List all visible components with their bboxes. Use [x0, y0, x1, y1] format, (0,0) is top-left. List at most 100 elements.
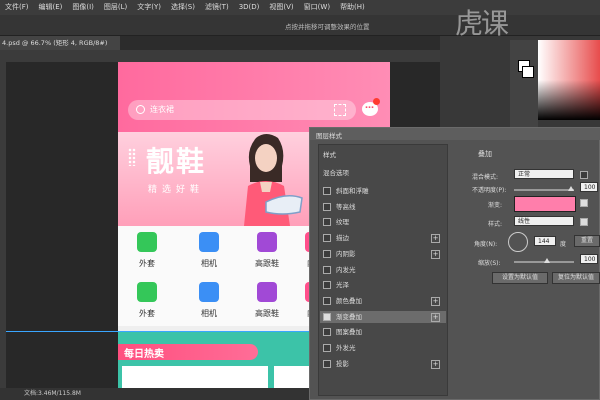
style-checkbox[interactable]: [323, 234, 331, 243]
search-placeholder: 连衣裙: [150, 105, 174, 114]
make-default-button[interactable]: 设置为默认值: [492, 272, 548, 284]
style-checkbox[interactable]: [323, 202, 331, 211]
style-checkbox[interactable]: [323, 265, 331, 274]
reset-default-button[interactable]: 复位为默认值: [552, 272, 600, 284]
style-checkbox[interactable]: [323, 249, 331, 258]
dialog-title: 图层样式: [316, 132, 342, 140]
scan-icon[interactable]: [334, 104, 346, 116]
menu-file[interactable]: 文件(F): [0, 0, 34, 15]
menu-image[interactable]: 图像(I): [67, 0, 99, 15]
style-item-label: 等高线: [336, 202, 356, 211]
menu-help[interactable]: 帮助(H): [335, 0, 370, 15]
search-icon: [136, 105, 145, 114]
category-label: 高跟鞋: [255, 259, 279, 268]
category-item[interactable]: 外套: [122, 232, 172, 272]
add-style-icon[interactable]: +: [431, 312, 440, 322]
category-item[interactable]: 高跟鞋: [242, 232, 292, 272]
category-label: 外套: [139, 259, 155, 268]
opacity-input[interactable]: 100: [580, 182, 598, 192]
category-item[interactable]: 相机: [184, 282, 234, 322]
app-header: [118, 62, 390, 132]
style-checkbox[interactable]: [323, 328, 331, 337]
menu-window[interactable]: 窗口(W): [299, 0, 335, 15]
layer-style-dialog: 图层样式 样式 混合选项 斜面和浮雕 等高线 纹理 描边 + 内阴影 + 内发光 光泽 颜色叠加 +…: [309, 127, 600, 400]
style-checkbox[interactable]: [323, 359, 331, 368]
styles-header-label: 样式: [323, 151, 336, 159]
product-card[interactable]: [122, 366, 268, 388]
document-size: 文档:3.46M/115.8M: [24, 390, 81, 397]
style-item[interactable]: 斜面和浮雕: [323, 185, 443, 197]
style-select[interactable]: 线性: [514, 216, 574, 226]
style-item[interactable]: 描边 +: [323, 232, 443, 244]
style-item[interactable]: 投影 +: [323, 358, 443, 370]
menu-filter[interactable]: 滤镜(T): [200, 0, 234, 15]
category-label: 相机: [201, 259, 217, 268]
style-checkbox[interactable]: [323, 312, 331, 321]
background-color-swatch[interactable]: [522, 66, 534, 78]
add-style-icon[interactable]: +: [431, 234, 440, 244]
style-item-label: 渐变叠加: [336, 312, 362, 321]
angle-input[interactable]: 144: [534, 236, 556, 246]
angle-dial[interactable]: [508, 232, 528, 252]
section-title: 叠加: [478, 150, 492, 158]
scale-input[interactable]: 100: [580, 254, 598, 264]
reverse-checkbox[interactable]: [580, 199, 588, 207]
menu-view[interactable]: 视图(V): [264, 0, 298, 15]
add-style-icon[interactable]: +: [431, 296, 440, 306]
style-checkbox[interactable]: [323, 344, 331, 352]
jacket-icon: [137, 232, 157, 252]
high-heel-icon: [257, 282, 277, 302]
styles-header[interactable]: 样式: [323, 149, 443, 161]
category-label: 相机: [201, 309, 217, 318]
category-label: 外套: [139, 309, 155, 318]
style-checkbox[interactable]: [323, 281, 331, 290]
style-item[interactable]: 内阴影 +: [323, 248, 443, 260]
style-checkbox[interactable]: [323, 296, 331, 305]
align-layer-checkbox[interactable]: [580, 218, 588, 226]
category-item[interactable]: 高跟鞋: [242, 282, 292, 322]
style-item[interactable]: 外发光: [323, 342, 443, 354]
style-item[interactable]: 图案叠加: [323, 326, 443, 338]
menu-3d[interactable]: 3D(D): [234, 0, 265, 15]
notification-dot: [373, 98, 380, 105]
add-style-icon[interactable]: +: [431, 249, 440, 259]
menu-bar: 文件(F) 编辑(E) 图像(I) 图层(L) 文字(Y) 选择(S) 滤镜(T) 3D(D)…: [0, 0, 600, 15]
style-item[interactable]: 内发光: [323, 264, 443, 276]
camera-icon: [199, 232, 219, 252]
opacity-slider[interactable]: [514, 186, 574, 191]
add-style-icon[interactable]: +: [431, 359, 440, 369]
category-label: 高跟鞋: [255, 309, 279, 318]
dither-checkbox[interactable]: [580, 171, 588, 179]
category-item[interactable]: 外套: [122, 282, 172, 322]
angle-unit: 度: [560, 241, 567, 248]
style-checkbox[interactable]: [323, 187, 331, 195]
opacity-label: 不透明度(P):: [472, 187, 507, 194]
style-item-label: 纹理: [336, 218, 349, 227]
menu-edit[interactable]: 编辑(E): [34, 0, 68, 15]
style-item[interactable]: 等高线: [323, 201, 443, 213]
style-checkbox[interactable]: [323, 218, 331, 227]
menu-layer[interactable]: 图层(L): [99, 0, 132, 15]
banner-subtitle: 精选好鞋: [148, 185, 205, 195]
style-item[interactable]: 光泽: [323, 279, 443, 291]
menu-select[interactable]: 选择(S): [166, 0, 200, 15]
blend-mode-select[interactable]: 正常: [514, 169, 574, 179]
menu-type[interactable]: 文字(Y): [132, 0, 166, 15]
style-item[interactable]: 颜色叠加 +: [323, 295, 443, 307]
document-tab[interactable]: 4.psd @ 66.7% (矩形 4, RGB/8#) *×: [0, 36, 120, 61]
style-item-label: 描边: [336, 234, 349, 243]
blend-options-item[interactable]: 混合选项: [323, 167, 443, 179]
scale-slider[interactable]: [514, 258, 574, 263]
style-item[interactable]: 渐变叠加 +: [323, 311, 443, 323]
search-input[interactable]: 连衣裙: [128, 100, 356, 120]
style-item[interactable]: 纹理: [323, 216, 443, 228]
gradient-swatch[interactable]: [514, 196, 576, 212]
color-picker-shade: [538, 80, 600, 120]
blend-options-label: 混合选项: [323, 169, 349, 177]
angle-label: 角度(N):: [474, 241, 498, 248]
category-item[interactable]: 相机: [184, 232, 234, 272]
style-item-label: 光泽: [336, 281, 349, 290]
dialog-titlebar[interactable]: [310, 128, 600, 140]
reset-alignment-button[interactable]: 重置: [574, 235, 600, 247]
style-item-label: 颜色叠加: [336, 296, 362, 305]
